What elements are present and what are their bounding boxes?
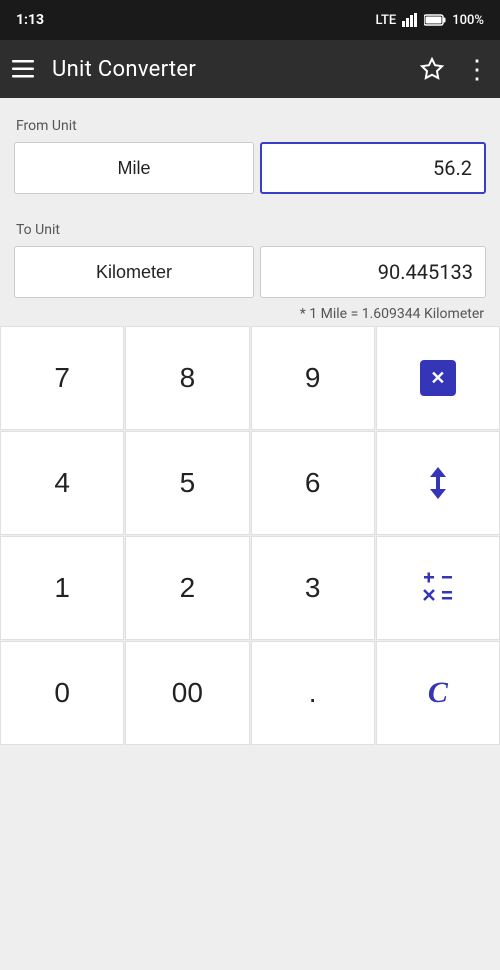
app-title: Unit Converter [52,57,196,82]
to-unit-row: Kilometer 90.445133 [14,246,486,298]
battery-icon [424,14,446,26]
status-time: 1:13 [16,12,44,28]
to-unit-value: 90.445133 [260,246,486,298]
toolbar: Unit Converter ⋮ [0,40,500,98]
key-clear[interactable]: C [376,641,500,745]
key-backspace[interactable] [376,326,500,430]
status-right: LTE 100% [376,13,484,28]
key-0[interactable]: 0 [0,641,124,745]
clear-icon: C [428,676,448,710]
toolbar-right: ⋮ [420,56,488,82]
menu-button[interactable] [12,60,34,78]
conversion-info: * 1 Mile = 1.609344 Kilometer [14,306,486,322]
key-dot[interactable]: . [251,641,375,745]
backspace-icon [420,360,456,396]
key-2[interactable]: 2 [125,536,249,640]
key-5[interactable]: 5 [125,431,249,535]
operations-icon [423,571,453,605]
to-unit-section: To Unit Kilometer 90.445133 [14,222,486,298]
key-6[interactable]: 6 [251,431,375,535]
numpad: 7 8 9 4 5 6 1 2 3 [0,326,500,745]
key-3[interactable]: 3 [251,536,375,640]
key-00[interactable]: 00 [125,641,249,745]
battery-percent: 100% [452,13,484,28]
network-indicator: LTE [376,13,397,28]
from-unit-label: From Unit [14,118,486,134]
key-1[interactable]: 1 [0,536,124,640]
key-swap[interactable] [376,431,500,535]
main-content: From Unit Mile 56.2 To Unit Kilometer 90… [0,98,500,322]
from-unit-value[interactable]: 56.2 [260,142,486,194]
key-7[interactable]: 7 [0,326,124,430]
to-unit-label: To Unit [14,222,486,238]
from-unit-section: From Unit Mile 56.2 [14,118,486,194]
key-4[interactable]: 4 [0,431,124,535]
key-operations[interactable] [376,536,500,640]
swap-icon [424,467,452,499]
key-8[interactable]: 8 [125,326,249,430]
signal-icon [402,13,418,27]
from-unit-row: Mile 56.2 [14,142,486,194]
status-bar: 1:13 LTE 100% [0,0,500,40]
toolbar-left: Unit Converter [12,57,196,82]
to-unit-selector[interactable]: Kilometer [14,246,254,298]
star-button[interactable] [420,57,444,81]
more-options-button[interactable]: ⋮ [464,56,488,82]
from-unit-selector[interactable]: Mile [14,142,254,194]
key-9[interactable]: 9 [251,326,375,430]
